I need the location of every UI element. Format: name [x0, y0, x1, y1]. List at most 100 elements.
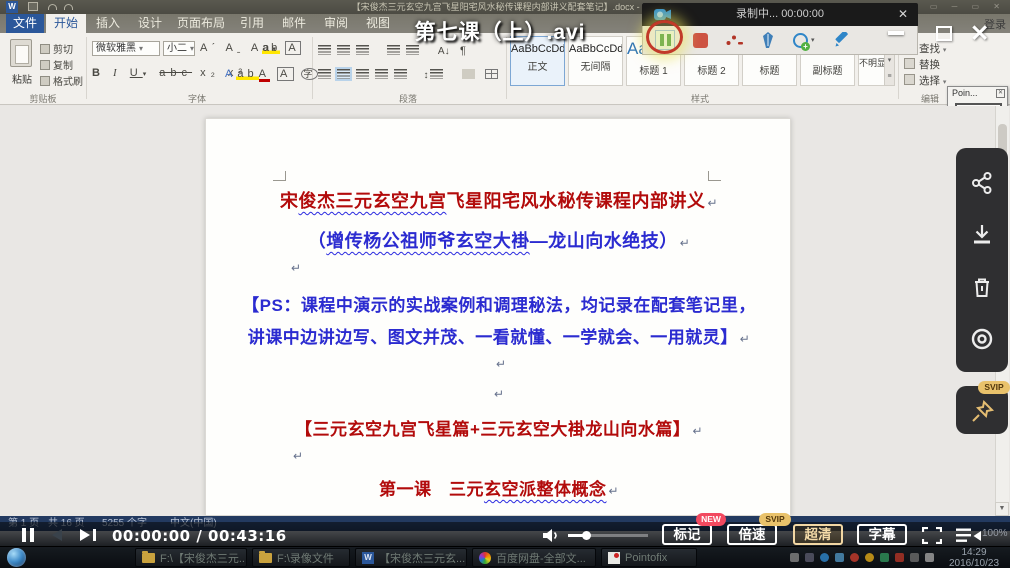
- styles-group-label: 样式: [670, 92, 730, 105]
- group-divider: [86, 37, 87, 99]
- font-size-select[interactable]: 小二▾: [163, 41, 195, 56]
- clipboard-group-label: 剪贴板: [13, 92, 73, 105]
- player-side-panel: [956, 148, 1008, 372]
- mark-new-badge: NEW: [696, 513, 726, 526]
- pause-button[interactable]: [30, 528, 34, 542]
- doc-ps-line2: 讲课中边讲边写、图文并茂、一看就懂、一学就会、一用就灵】↵: [206, 323, 792, 348]
- system-tray[interactable]: [790, 553, 934, 562]
- document-page[interactable]: 宋俊杰三元玄空九宫飞星阳宅风水秘传课程内部讲义↵ （增传杨公祖师爷玄空大褂—龙山…: [205, 118, 791, 516]
- tray-arrow-icon[interactable]: [805, 553, 814, 562]
- clear-format-icons[interactable]: ab A: [262, 42, 301, 54]
- tray-app-icon[interactable]: [835, 553, 844, 562]
- pointofix-icon: [608, 552, 620, 564]
- record-icon[interactable]: [969, 326, 995, 352]
- painter-button[interactable]: 格式刷: [40, 73, 83, 88]
- taskbar-item-pointofix[interactable]: Pointofix: [601, 548, 697, 567]
- start-button[interactable]: [7, 548, 26, 567]
- player-maximize-button[interactable]: [936, 26, 952, 41]
- paragraph-group-label: 段落: [378, 92, 438, 105]
- paste-label: 粘贴: [6, 71, 38, 86]
- clock-date: 2016/10/23: [941, 558, 1007, 568]
- tab-home[interactable]: 开始: [46, 14, 86, 33]
- paragraph-mark: ↵: [293, 449, 303, 463]
- tray-shield-icon[interactable]: [880, 553, 889, 562]
- save-icon[interactable]: [28, 2, 38, 11]
- tab-layout[interactable]: 页面布局: [172, 14, 230, 33]
- tab-design[interactable]: 设计: [130, 14, 170, 33]
- tray-qq-icon[interactable]: [850, 553, 859, 562]
- tray-network-icon[interactable]: [820, 553, 829, 562]
- pin-svip-badge: SVIP: [978, 381, 1010, 394]
- tray-keyboard-icon[interactable]: [790, 553, 799, 562]
- quality-button[interactable]: 超清: [793, 524, 843, 545]
- chevron-down-icon[interactable]: ▾: [811, 36, 815, 44]
- speed-button[interactable]: 倍速: [727, 524, 777, 545]
- pointofix-title: Poin...: [952, 88, 978, 98]
- tab-file[interactable]: 文件: [6, 14, 44, 33]
- crop-mark-left: [273, 171, 286, 181]
- recorder-steps-icon[interactable]: [726, 35, 743, 46]
- alignment-icons[interactable]: ↕: [318, 65, 504, 83]
- word-icon: W: [362, 552, 374, 564]
- next-button[interactable]: [80, 529, 90, 541]
- tray-coin-icon[interactable]: [865, 553, 874, 562]
- player-minimize-button[interactable]: [888, 31, 904, 35]
- pause-button[interactable]: [22, 528, 26, 542]
- player-close-button[interactable]: ✕: [970, 20, 989, 47]
- subtitle-button[interactable]: 字幕: [857, 524, 907, 545]
- recorder-close-icon[interactable]: ✕: [898, 3, 908, 26]
- doc-subtitle-line: （增传杨公祖师爷玄空大褂—龙山向水绝技）↵: [206, 227, 792, 253]
- copy-button[interactable]: 复制: [40, 57, 73, 72]
- taskbar-item-word[interactable]: W 【宋俊杰三元玄...: [355, 548, 467, 567]
- scrollbar-down-arrow[interactable]: ▼: [995, 502, 1009, 516]
- recorder-pen-icon[interactable]: [833, 32, 850, 49]
- tray-window-icon[interactable]: [910, 553, 919, 562]
- redo-icon[interactable]: [64, 4, 73, 10]
- recorder-pin-icon[interactable]: [761, 32, 775, 49]
- paste-button[interactable]: [10, 39, 32, 67]
- tab-insert[interactable]: 插入: [88, 14, 128, 33]
- replace-button[interactable]: 替换: [904, 57, 940, 72]
- document-area: 宋俊杰三元玄空九宫飞星阳宅风水秘传课程内部讲义↵ （增传杨公祖师爷玄空大褂—龙山…: [0, 106, 1010, 516]
- fullscreen-icon[interactable]: [922, 527, 942, 544]
- font-color-icons[interactable]: AabA A 字: [225, 67, 318, 82]
- previous-button[interactable]: [52, 529, 62, 541]
- recorder-webcam-button[interactable]: ▾: [793, 33, 815, 48]
- font-group-label: 字体: [167, 92, 227, 105]
- delete-icon[interactable]: [969, 274, 995, 300]
- doc-title-line: 宋俊杰三元玄空九宫飞星阳宅风水秘传课程内部讲义↵: [206, 187, 792, 213]
- windows-taskbar: F:\【宋俊杰三元... F:\录像文件 W 【宋俊杰三元玄... 百度网盘-全…: [0, 546, 1010, 568]
- video-title: 第七课（上）.avi: [300, 16, 700, 46]
- undo-icon[interactable]: [48, 4, 57, 10]
- taskbar-clock[interactable]: 14:29 2016/10/23: [941, 547, 1007, 568]
- word-zoom-level: 100%: [982, 528, 1008, 539]
- volume-icon[interactable]: [542, 528, 560, 543]
- tray-volume-icon[interactable]: [925, 553, 934, 562]
- player-control-bar: 100% 00:00:00 / 00:43:16 标记 倍速 超清 字幕: [0, 522, 1010, 548]
- share-icon[interactable]: [969, 170, 995, 196]
- volume-knob[interactable]: [582, 531, 591, 540]
- word-window-buttons[interactable]: ▭ ─ ▭ ✕: [930, 2, 1006, 11]
- crop-mark-right: [708, 171, 721, 181]
- taskbar-item-baidu[interactable]: 百度网盘-全部文...: [472, 548, 596, 567]
- mark-button[interactable]: 标记: [662, 524, 712, 545]
- pointofix-close-icon[interactable]: ✕: [996, 89, 1005, 98]
- video-player-window: 【宋俊杰三元玄空九宫飞星阳宅风水秘传课程内部讲义配套笔记】.docx - Wor…: [0, 0, 1010, 568]
- tab-references[interactable]: 引用: [232, 14, 272, 33]
- clock-time: 14:29: [941, 547, 1007, 558]
- tray-security-icon[interactable]: [895, 553, 904, 562]
- download-icon[interactable]: [969, 222, 995, 248]
- doc-ps-line1: 【PS：课程中演示的实战案例和调理秘法，均记录在配套笔记里，: [206, 291, 792, 316]
- font-name-select[interactable]: 微软雅黑▾: [92, 41, 160, 56]
- playlist-icon[interactable]: [956, 528, 982, 543]
- font-style-icons[interactable]: B I U▾ abc x₂ x²: [92, 67, 247, 79]
- paragraph-mark: ↵: [494, 387, 504, 401]
- doc-section-line: 【三元玄空九宫飞星篇+三元玄空大褂龙山向水篇】↵: [206, 415, 792, 440]
- select-button[interactable]: 选择 ▾: [904, 73, 946, 88]
- taskbar-item-folder1[interactable]: F:\【宋俊杰三元...: [135, 548, 247, 567]
- taskbar-item-folder2[interactable]: F:\录像文件: [252, 548, 350, 567]
- cut-button[interactable]: 剪切: [40, 41, 73, 56]
- pin-icon: [968, 398, 996, 426]
- recorder-status-text: 录制中... 00:00:00: [736, 8, 824, 20]
- paragraph-mark: ↵: [291, 261, 301, 275]
